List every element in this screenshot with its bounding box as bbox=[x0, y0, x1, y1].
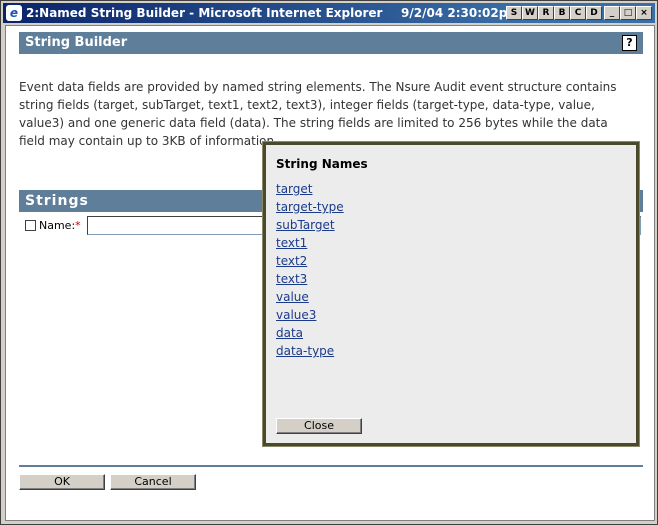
string-name-link-subtarget[interactable]: subTarget bbox=[276, 218, 335, 232]
string-name-link-target-type[interactable]: target-type bbox=[276, 200, 344, 214]
string-name-link-text2[interactable]: text2 bbox=[276, 254, 307, 268]
internet-explorer-icon: e bbox=[6, 5, 22, 21]
name-checkbox[interactable] bbox=[25, 220, 36, 231]
string-name-link-text1[interactable]: text1 bbox=[276, 236, 307, 250]
list-item: text1 bbox=[276, 232, 344, 250]
minimize-button[interactable]: _ bbox=[604, 6, 620, 20]
footer-divider bbox=[19, 465, 643, 467]
window-title: 2:Named String Builder - Microsoft Inter… bbox=[26, 6, 383, 20]
string-name-link-text3[interactable]: text3 bbox=[276, 272, 307, 286]
popup-title: String Names bbox=[276, 157, 368, 171]
cancel-button[interactable]: Cancel bbox=[110, 474, 196, 490]
b-button[interactable]: B bbox=[554, 6, 570, 20]
help-icon[interactable]: ? bbox=[622, 35, 637, 51]
string-builder-header: String Builder ? bbox=[19, 32, 643, 54]
title-bar: e 2:Named String Builder - Microsoft Int… bbox=[3, 3, 655, 23]
list-item: target-type bbox=[276, 196, 344, 214]
page-title: String Builder bbox=[25, 35, 128, 50]
string-name-link-target[interactable]: target bbox=[276, 182, 313, 196]
maximize-button[interactable]: □ bbox=[620, 6, 636, 20]
w-button[interactable]: W bbox=[522, 6, 538, 20]
description-text: Event data fields are provided by named … bbox=[19, 80, 617, 148]
required-marker: * bbox=[75, 219, 81, 232]
ok-button[interactable]: OK bbox=[19, 474, 105, 490]
list-item: data bbox=[276, 322, 344, 340]
list-item: text3 bbox=[276, 268, 344, 286]
s-button[interactable]: S bbox=[506, 6, 522, 20]
clock-text: 9/2/04 2:30:02pm bbox=[401, 6, 520, 20]
string-name-link-data-type[interactable]: data-type bbox=[276, 344, 334, 358]
string-name-link-value3[interactable]: value3 bbox=[276, 308, 316, 322]
close-popup-button[interactable]: Close bbox=[276, 418, 362, 434]
name-label: Name:* bbox=[39, 219, 81, 232]
string-names-list: target target-type subTarget text1 text2… bbox=[276, 178, 344, 358]
string-name-link-data[interactable]: data bbox=[276, 326, 303, 340]
d-button[interactable]: D bbox=[586, 6, 602, 20]
list-item: value3 bbox=[276, 304, 344, 322]
list-item: target bbox=[276, 178, 344, 196]
list-item: text2 bbox=[276, 250, 344, 268]
list-item: data-type bbox=[276, 340, 344, 358]
list-item: subTarget bbox=[276, 214, 344, 232]
string-name-link-value[interactable]: value bbox=[276, 290, 309, 304]
name-label-text: Name: bbox=[39, 219, 76, 232]
string-names-popup: String Names target target-type subTarge… bbox=[263, 142, 639, 446]
c-button[interactable]: C bbox=[570, 6, 586, 20]
strings-title: Strings bbox=[25, 193, 89, 209]
list-item: value bbox=[276, 286, 344, 304]
close-window-button[interactable]: × bbox=[636, 6, 652, 20]
browser-window: e 2:Named String Builder - Microsoft Int… bbox=[0, 0, 658, 525]
r-button[interactable]: R bbox=[538, 6, 554, 20]
